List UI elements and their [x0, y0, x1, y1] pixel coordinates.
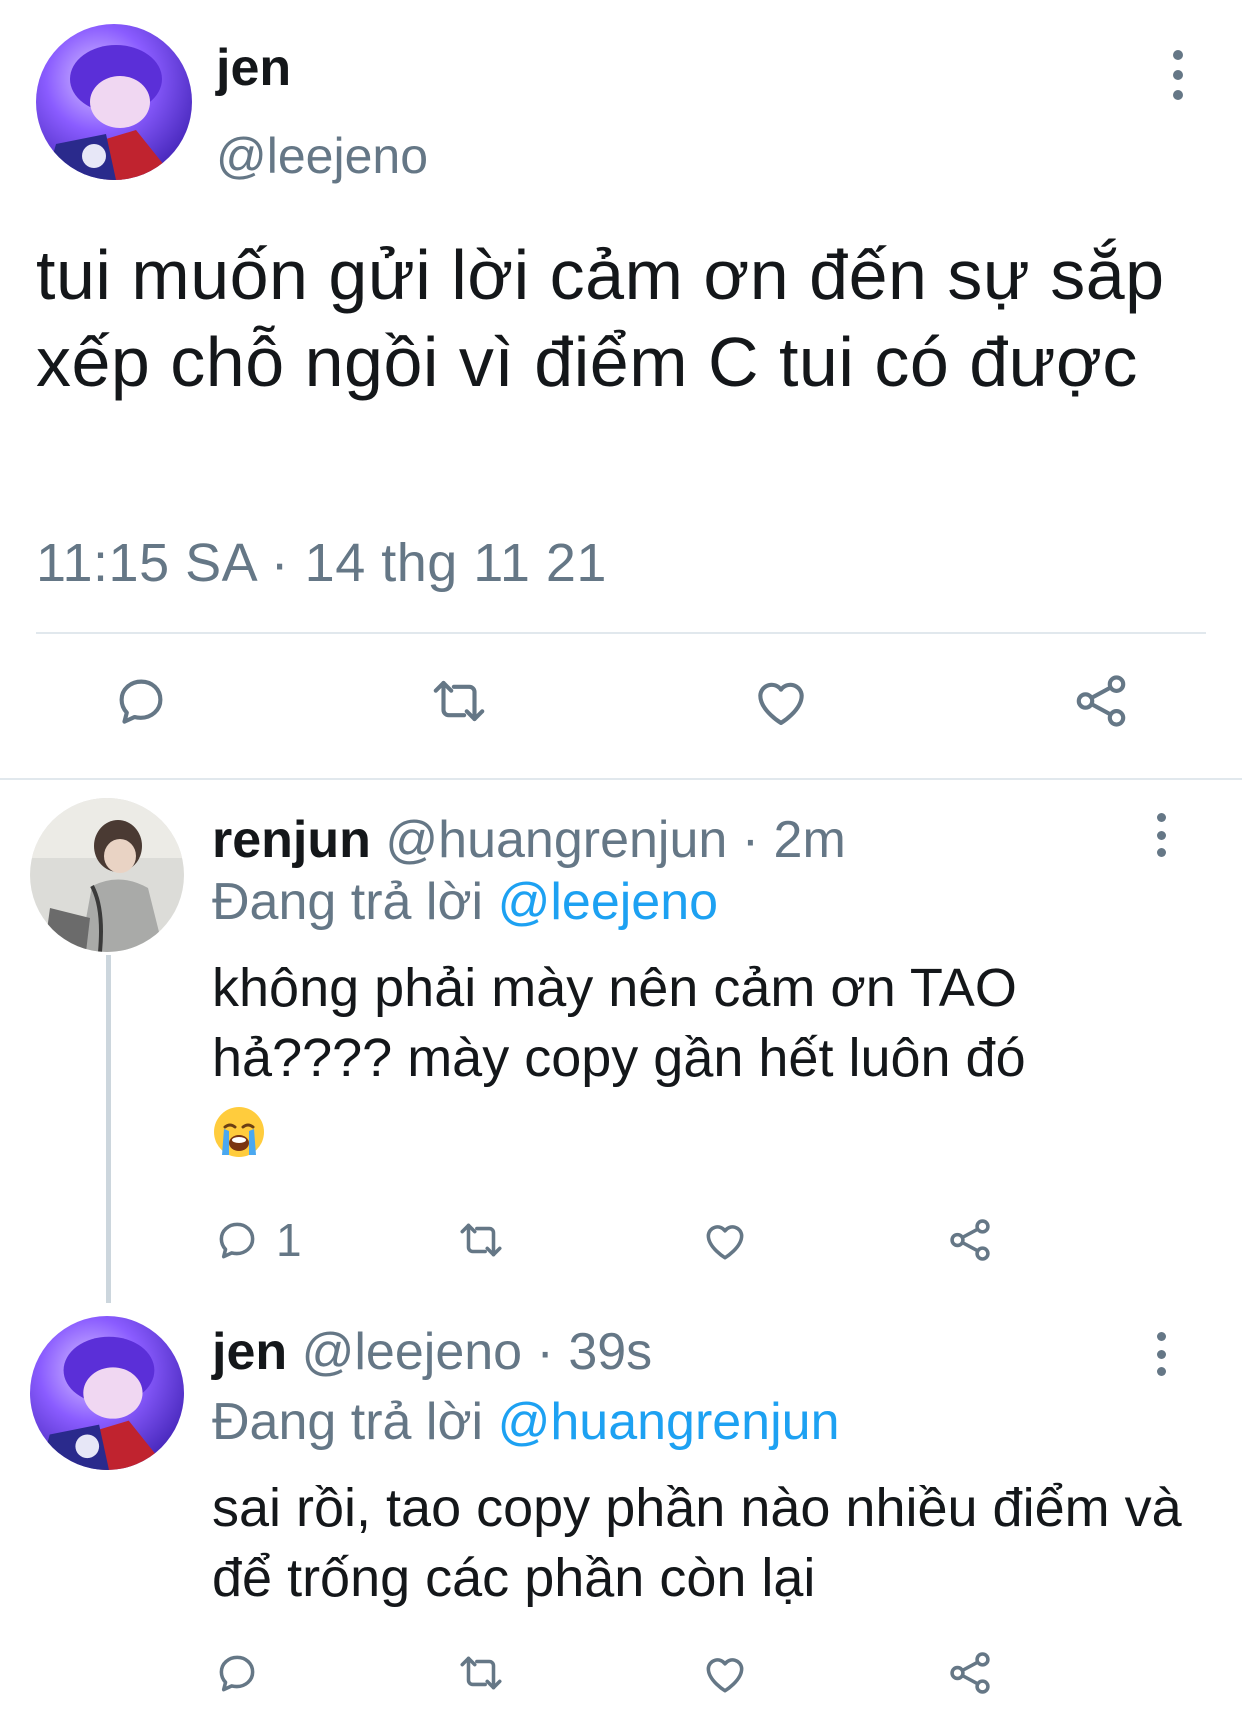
- reply-header: jen @leejeno · 39s: [212, 1320, 652, 1384]
- replying-handle[interactable]: @leejeno: [498, 873, 719, 931]
- avatar-renjun[interactable]: [30, 798, 184, 952]
- reply-time[interactable]: 2m: [774, 811, 846, 869]
- replying-prefix: Đang trả lời: [212, 1393, 484, 1451]
- author-handle[interactable]: @leejeno: [302, 1323, 523, 1381]
- like-icon[interactable]: [700, 1215, 750, 1265]
- section-divider: [0, 778, 1242, 780]
- reply-actions: [0, 1648, 1242, 1704]
- replying-to: Đang trả lời @leejeno: [212, 870, 718, 934]
- reply-header: renjun @huangrenjun · 2m: [212, 808, 846, 872]
- replying-handle[interactable]: @huangrenjun: [498, 1393, 840, 1451]
- replying-prefix: Đang trả lời: [212, 873, 484, 931]
- reply-time[interactable]: 39s: [568, 1323, 652, 1381]
- reply-icon: [219, 1222, 255, 1259]
- reply-text: không phải mày nên cảm ơn TAO hả???? mày…: [212, 953, 1212, 1163]
- more-options-icon[interactable]: [1146, 1332, 1176, 1376]
- author-name[interactable]: jen: [216, 38, 291, 98]
- avatar-jen[interactable]: [36, 24, 192, 180]
- reply-actions: 1: [0, 1215, 1242, 1271]
- replying-to: Đang trả lời @huangrenjun: [212, 1390, 840, 1454]
- avatar-jen[interactable]: [30, 1316, 184, 1470]
- author-name[interactable]: jen: [212, 1323, 287, 1381]
- retweet-icon[interactable]: [428, 670, 490, 732]
- retweet-icon[interactable]: [456, 1215, 506, 1265]
- share-icon[interactable]: [1070, 670, 1132, 732]
- author-name[interactable]: renjun: [212, 811, 371, 869]
- time-separator: ·: [741, 811, 760, 869]
- reply-count: 1: [276, 1214, 302, 1266]
- reply-text: sai rồi, tao copy phần nào nhiều điểm và…: [212, 1478, 1182, 1608]
- more-options-icon[interactable]: [1160, 50, 1196, 100]
- reply-button[interactable]: 1: [212, 1215, 302, 1265]
- author-handle[interactable]: @huangrenjun: [385, 811, 727, 869]
- author-handle[interactable]: @leejeno: [216, 126, 428, 186]
- time-separator: ·: [536, 1323, 554, 1381]
- reply-icon[interactable]: [110, 670, 172, 732]
- like-icon[interactable]: [750, 670, 812, 732]
- tweet-text: tui muốn gửi lời cảm ơn đến sự sắp xếp c…: [36, 236, 1165, 401]
- retweet-icon[interactable]: [456, 1648, 506, 1698]
- divider: [36, 632, 1206, 634]
- share-icon[interactable]: [945, 1215, 995, 1265]
- share-icon[interactable]: [945, 1648, 995, 1698]
- tweet-timestamp[interactable]: 11:15 SA · 14 thg 11 21: [36, 530, 607, 596]
- more-options-icon[interactable]: [1146, 813, 1176, 857]
- like-icon[interactable]: [700, 1648, 750, 1698]
- tweet-actions: [0, 670, 1242, 740]
- reply-icon[interactable]: [212, 1648, 262, 1698]
- loudly-crying-face-icon: [212, 1105, 266, 1159]
